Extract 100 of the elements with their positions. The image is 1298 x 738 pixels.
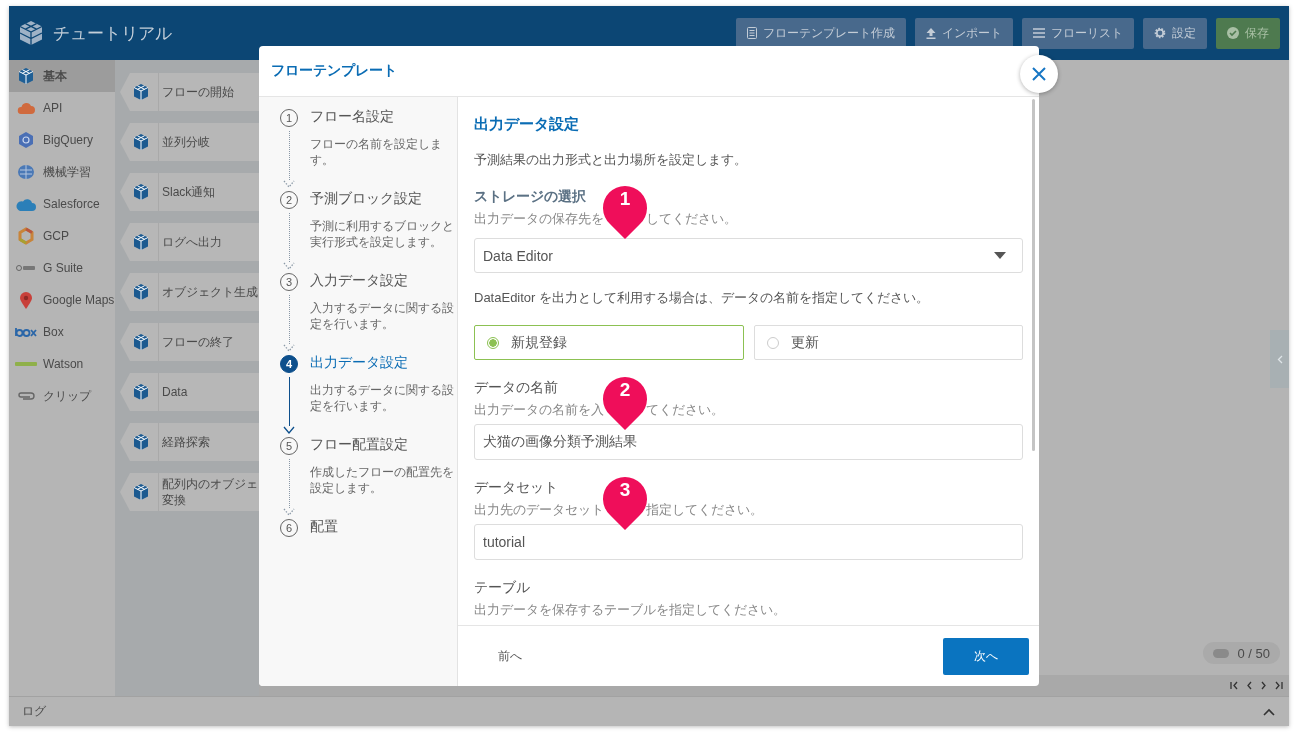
step-description: 入力するデータに関する設定を行います。 (310, 300, 455, 332)
sidebar-item[interactable]: 基本 (9, 60, 115, 92)
caret-icon (994, 252, 1006, 259)
block-label: 並列分岐 (162, 134, 210, 150)
hint-text: てください。 (646, 402, 724, 418)
sidebar-item[interactable]: クリップ (9, 380, 115, 412)
sidebar-item[interactable]: BigQuery (9, 124, 115, 156)
field-label: データの名前 (474, 378, 558, 396)
cloud-icon (17, 102, 35, 114)
block-item[interactable]: フローの終了 (120, 323, 259, 361)
document-icon (747, 27, 757, 39)
sidebar-item[interactable]: GCP (9, 220, 115, 252)
toggle-icon (1213, 648, 1230, 658)
dialog-title: フローテンプレート (271, 62, 397, 80)
cube-icon (132, 383, 150, 401)
block-label: Slack通知 (162, 184, 216, 200)
back-button[interactable]: 前へ (488, 643, 532, 669)
section-description: 予測結果の出力形式と出力場所を設定します。 (474, 151, 747, 169)
field-label: データセット (474, 478, 558, 496)
block-label: ログへ出力 (162, 234, 222, 250)
text-field[interactable]: 犬猫の画像分類予測結果 (474, 424, 1023, 460)
step-title[interactable]: 予測ブロック設定 (310, 190, 457, 208)
last-page-icon[interactable] (1274, 681, 1283, 690)
upload-icon (926, 27, 936, 39)
step-description: 出力するデータに関する設定を行います。 (310, 382, 455, 414)
radio-option[interactable]: 新規登録 (474, 325, 744, 360)
cube-icon (132, 133, 150, 151)
cube-icon (17, 67, 35, 85)
block-label: 配列内のオブジェ (162, 476, 258, 492)
toolbar-button[interactable]: 設定 (1143, 17, 1207, 49)
block-label: オブジェクト生成 (162, 284, 258, 300)
next-button[interactable]: 次へ (943, 637, 1029, 675)
step-number: 4 (280, 355, 298, 373)
sidebar-item[interactable]: Watson (9, 348, 115, 380)
sidebar-item[interactable]: 機械学習 (9, 156, 115, 188)
radio-option[interactable]: 更新 (753, 325, 1023, 360)
sidebar-item[interactable]: API (9, 92, 115, 124)
hint-text: 出力先のデータセット (474, 502, 604, 518)
cube-icon (132, 233, 150, 251)
toolbar-button[interactable]: フローテンプレート作成 (736, 17, 906, 49)
logo-icon (15, 327, 37, 337)
hexagon-icon (17, 131, 35, 149)
block-label: Data (162, 384, 188, 400)
toolbar-button[interactable]: フローリスト (1022, 17, 1134, 49)
sidebar-item[interactable]: Salesforce (9, 188, 115, 220)
brain-icon (17, 164, 35, 180)
text-field[interactable]: tutorial (474, 524, 1023, 560)
hint-text: 出力データの保存先を (474, 211, 604, 227)
step-title[interactable]: フロー配置設定 (310, 436, 457, 454)
section-heading: 出力データ設定 (474, 114, 579, 134)
connector-arrow (283, 295, 295, 352)
logo-icon (17, 19, 45, 47)
block-label: 変換 (162, 492, 187, 508)
cube-icon (132, 483, 150, 501)
step-description: 予測に利用するブロックと実行形式を設定します。 (310, 218, 455, 250)
counter-text: 0 / 50 (1237, 645, 1270, 661)
scrollbar[interactable] (1032, 99, 1035, 451)
close-button[interactable] (1020, 55, 1058, 93)
map-pin-icon (19, 291, 33, 309)
paperclip-icon (17, 391, 35, 401)
block-label: フローの終了 (162, 334, 234, 350)
cube-icon (132, 83, 150, 101)
log-label: ログ (22, 703, 46, 720)
step-description: フローの名前を設定します。 (310, 136, 443, 168)
block-item[interactable]: ログへ出力 (120, 223, 259, 261)
gear-icon (1154, 27, 1166, 39)
block-item[interactable]: Data (120, 373, 259, 411)
step-title[interactable]: フロー名設定 (310, 108, 457, 126)
connector-arrow (283, 377, 295, 434)
sidebar-item[interactable]: Box (9, 316, 115, 348)
step-title[interactable]: 入力データ設定 (310, 272, 457, 290)
previous-icon[interactable] (1246, 681, 1253, 690)
list-icon (1033, 28, 1045, 38)
step-title[interactable]: 出力データ設定 (310, 354, 457, 372)
first-page-icon[interactable] (1230, 681, 1239, 690)
block-item[interactable]: オブジェクト生成 (120, 273, 259, 311)
cloud-icon (16, 197, 36, 211)
field-label: テーブル (474, 578, 530, 596)
block-item[interactable]: フローの開始 (120, 73, 259, 111)
step-title[interactable]: 配置 (310, 518, 457, 536)
collapse-handle[interactable] (1270, 330, 1289, 388)
block-item[interactable]: 並列分岐 (120, 123, 259, 161)
next-icon[interactable] (1260, 681, 1267, 690)
block-item[interactable]: 経路探索 (120, 423, 259, 461)
cube-icon (132, 433, 150, 451)
toolbar-button[interactable]: インポート (915, 17, 1013, 49)
block-label: フローの開始 (162, 84, 234, 100)
note-text: DataEditor を出力として利用する場合は、データの名前を指定してください。 (474, 289, 930, 307)
block-item[interactable]: Slack通知 (120, 173, 259, 211)
storage-dropdown[interactable]: Data Editor (474, 238, 1023, 273)
app-title: チュートリアル (53, 22, 172, 45)
block-label: 経路探索 (162, 434, 210, 450)
hint-text: 出力データを保存するテーブルを指定してください。 (474, 602, 786, 618)
sidebar-item[interactable]: Google Maps (9, 284, 115, 316)
sidebar-item[interactable]: G Suite (9, 252, 115, 284)
chevron-up-icon[interactable] (1263, 707, 1275, 716)
block-item[interactable]: 配列内のオブジェ 変換 (120, 473, 259, 511)
hexagon-icon (17, 227, 35, 245)
step-description: 作成したフローの配置先を設定します。 (310, 464, 455, 496)
toolbar-button[interactable]: 保存 (1216, 17, 1280, 49)
